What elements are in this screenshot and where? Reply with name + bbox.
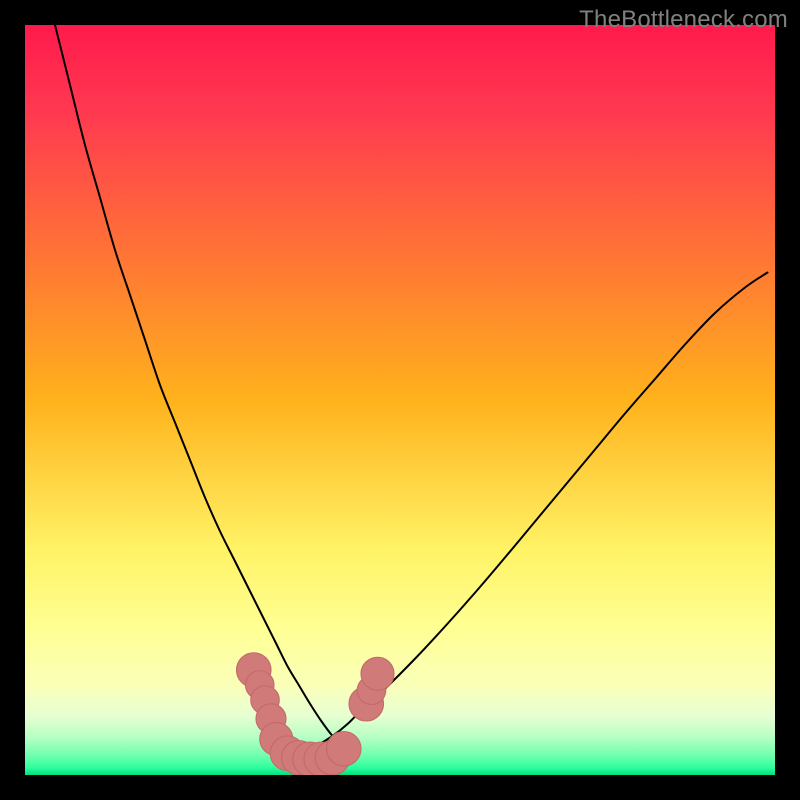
chart-plot-area (25, 25, 775, 775)
chart-frame: TheBottleneck.com (0, 0, 800, 800)
watermark-text: TheBottleneck.com (579, 6, 788, 34)
curve-marker (361, 657, 394, 690)
curve-marker (327, 732, 362, 766)
bottleneck-chart-svg (25, 25, 775, 775)
gradient-background (25, 25, 775, 775)
